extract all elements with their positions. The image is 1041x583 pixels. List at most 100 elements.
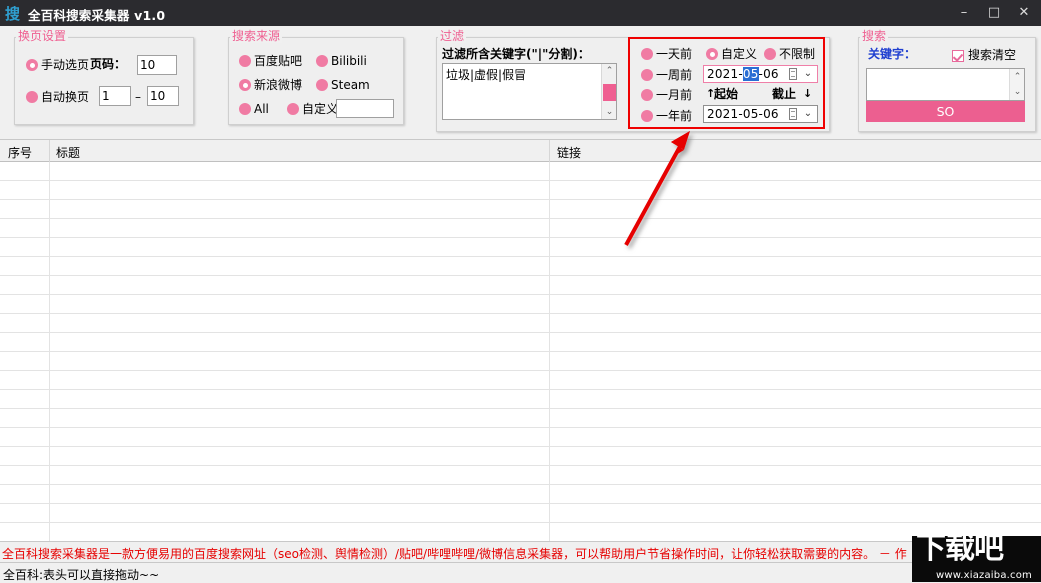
- body-column-divider-1: [49, 162, 50, 541]
- table-row[interactable]: [0, 200, 1041, 219]
- search-scroll-up-icon[interactable]: ⌃: [1010, 70, 1025, 84]
- calendar-icon-end: [789, 108, 797, 120]
- column-header-index[interactable]: 序号: [8, 144, 32, 161]
- table-row[interactable]: [0, 409, 1041, 428]
- filter-keyword-label: 过滤所含关键字("|"分割)：: [442, 47, 590, 61]
- page-range-dash: –: [135, 90, 141, 104]
- table-row[interactable]: [0, 314, 1041, 333]
- table-row[interactable]: [0, 485, 1041, 504]
- radio-source-custom[interactable]: [287, 103, 299, 115]
- radio-source-steam[interactable]: [316, 79, 328, 91]
- label-time-one-month: 一月前: [656, 88, 693, 102]
- radio-time-one-month[interactable]: [641, 89, 653, 101]
- page-number-input[interactable]: [137, 55, 177, 75]
- filter-scroll-up-icon[interactable]: ⌃: [602, 64, 617, 78]
- source-custom-input[interactable]: [336, 99, 394, 118]
- search-keyword-label: 关键字：: [868, 47, 917, 61]
- watermark: 下载吧 www.xiazaiba.com: [912, 536, 1041, 582]
- promo-status-bar: 全百科搜索采集器是一款方便易用的百度搜索网址（seo检测、舆情检测）/贴吧/哔哩…: [0, 541, 1041, 562]
- column-divider-1[interactable]: [49, 140, 50, 162]
- end-date-dropdown-icon[interactable]: ⌄: [799, 106, 817, 122]
- radio-source-baidu-tieba[interactable]: [239, 55, 251, 67]
- label-source-bilibili: Bilibili: [331, 54, 367, 68]
- label-time-one-day: 一天前: [656, 47, 693, 61]
- start-date-picker[interactable]: 2021-05-06 ⌄: [703, 65, 818, 83]
- table-row[interactable]: [0, 428, 1041, 447]
- start-date-suffix: -06: [758, 67, 779, 81]
- radio-time-one-week[interactable]: [641, 69, 653, 81]
- table-body[interactable]: [0, 162, 1041, 541]
- radio-auto-page[interactable]: [26, 91, 38, 103]
- table-row[interactable]: [0, 162, 1041, 181]
- label-auto-page: 自动换页: [41, 90, 90, 104]
- radio-manual-page[interactable]: [26, 59, 38, 71]
- label-page-number: 页码：: [90, 57, 127, 71]
- table-row[interactable]: [0, 390, 1041, 409]
- clear-on-search-label: 搜索清空: [968, 48, 1017, 62]
- table-row[interactable]: [0, 371, 1041, 390]
- table-row[interactable]: [0, 276, 1041, 295]
- search-legend: 搜索: [860, 29, 889, 43]
- watermark-brand: 下载吧: [916, 536, 1004, 566]
- app-logo-icon: 搜: [5, 5, 21, 23]
- table-row[interactable]: [0, 504, 1041, 523]
- calendar-icon: [789, 68, 797, 80]
- label-time-unlimited: 不限制: [779, 47, 816, 61]
- label-source-weibo: 新浪微博: [254, 78, 303, 92]
- minimize-button[interactable]: –: [949, 0, 979, 26]
- column-header-link[interactable]: 链接: [557, 144, 581, 161]
- table-row[interactable]: [0, 352, 1041, 371]
- column-divider-2[interactable]: [549, 140, 550, 162]
- radio-source-weibo[interactable]: [239, 79, 251, 91]
- clear-on-search-checkbox[interactable]: [952, 50, 964, 62]
- filter-scroll-thumb[interactable]: [603, 84, 616, 101]
- search-keyword-scrollbar[interactable]: ⌃ ⌄: [1009, 69, 1024, 100]
- page-settings-group: [14, 37, 194, 125]
- radio-time-unlimited[interactable]: [764, 48, 776, 60]
- filter-keyword-value: 垃圾|虚假|假冒: [446, 68, 527, 82]
- app-title: 全百科搜索采集器 v1.0: [28, 8, 166, 23]
- table-row[interactable]: [0, 447, 1041, 466]
- label-manual-page: 手动选页: [41, 58, 90, 72]
- start-date-selected-segment[interactable]: 05: [742, 67, 759, 81]
- radio-time-custom[interactable]: [706, 48, 718, 60]
- end-date-picker[interactable]: 2021-05-06 ⌄: [703, 105, 818, 123]
- so-search-button[interactable]: SO: [866, 101, 1025, 122]
- page-range-to-input[interactable]: [147, 86, 179, 106]
- promo-status-text: 全百科搜索采集器是一款方便易用的百度搜索网址（seo检测、舆情检测）/贴吧/哔哩…: [2, 547, 907, 561]
- table-row[interactable]: [0, 466, 1041, 485]
- maximize-button[interactable]: □: [979, 0, 1009, 26]
- label-time-custom: 自定义: [721, 47, 758, 61]
- label-source-steam: Steam: [331, 78, 370, 92]
- start-date-dropdown-icon[interactable]: ⌄: [799, 66, 817, 82]
- radio-time-one-day[interactable]: [641, 48, 653, 60]
- page-settings-legend: 换页设置: [16, 29, 69, 43]
- radio-source-all[interactable]: [239, 103, 251, 115]
- filter-keyword-textarea[interactable]: 垃圾|虚假|假冒 ⌃ ⌄: [442, 63, 617, 120]
- table-row[interactable]: [0, 333, 1041, 352]
- filter-legend: 过滤: [438, 29, 467, 43]
- table-row[interactable]: [0, 238, 1041, 257]
- table-row[interactable]: [0, 219, 1041, 238]
- page-range-from-input[interactable]: [99, 86, 131, 106]
- filter-scrollbar[interactable]: ⌃ ⌄: [601, 64, 616, 119]
- search-scroll-down-icon[interactable]: ⌄: [1010, 85, 1025, 99]
- body-column-divider-2: [549, 162, 550, 541]
- table-row[interactable]: [0, 257, 1041, 276]
- filter-scroll-down-icon[interactable]: ⌄: [602, 105, 617, 119]
- radio-time-one-year[interactable]: [641, 110, 653, 122]
- label-source-custom: 自定义: [302, 102, 339, 116]
- radio-source-bilibili[interactable]: [316, 55, 328, 67]
- label-source-baidu-tieba: 百度贴吧: [254, 54, 303, 68]
- table-row[interactable]: [0, 181, 1041, 200]
- search-keyword-textarea[interactable]: ⌃ ⌄: [866, 68, 1025, 101]
- table-row[interactable]: [0, 295, 1041, 314]
- label-time-one-year: 一年前: [656, 109, 693, 123]
- start-label: 起始: [714, 87, 739, 101]
- title-bar: 搜 全百科搜索采集器 v1.0 – □ ✕: [0, 0, 1041, 26]
- watermark-url: www.xiazaiba.com: [936, 570, 1032, 581]
- close-button[interactable]: ✕: [1009, 0, 1039, 26]
- start-date-prefix: 2021-: [707, 67, 743, 81]
- table-row[interactable]: [0, 523, 1041, 541]
- column-header-title[interactable]: 标题: [56, 144, 80, 161]
